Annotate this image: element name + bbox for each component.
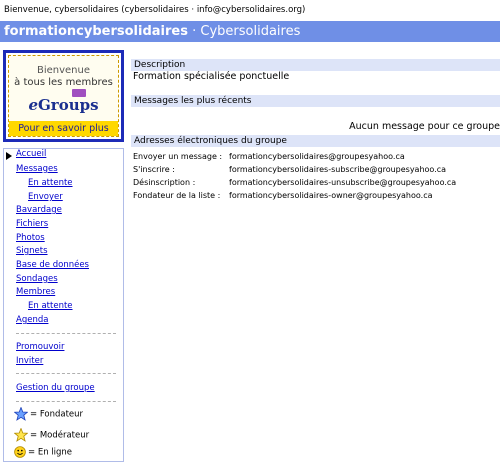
logo-groups: Groups: [37, 96, 99, 114]
address-label: Désinscription :: [133, 178, 196, 187]
blue-star-icon: [13, 406, 29, 421]
address-value: formationcybersolidaires-owner@groupesya…: [229, 191, 433, 200]
sidebar-item-invite[interactable]: Inviter: [16, 356, 43, 366]
sidebar-item-members[interactable]: Membres: [16, 287, 55, 297]
welcome-text: Bienvenue, cybersolidaires (cybersolidai…: [4, 5, 306, 15]
sidebar-item-database[interactable]: Base de données: [16, 260, 89, 270]
sidebar-item-messages-pending[interactable]: En attente: [28, 178, 73, 188]
no-messages-text: Aucun message pour ce groupe: [349, 121, 500, 132]
group-addresses-header: Adresses électroniques du groupe: [131, 135, 500, 147]
sidebar-divider: [16, 401, 116, 402]
legend-online: = En ligne: [14, 446, 72, 458]
address-label: Fondateur de la liste :: [133, 191, 221, 200]
sidebar-item-messages[interactable]: Messages: [16, 164, 58, 174]
egroups-logo: eGroups: [9, 96, 118, 114]
address-label: Envoyer un message :: [133, 152, 223, 161]
banner-frame: Bienvenue à tous les membres eGroups Pou…: [8, 55, 119, 137]
address-row: S'inscrire : formationcybersolidaires-sub…: [133, 165, 446, 174]
logo-e: e: [28, 96, 38, 114]
legend-moderator-label: = Modérateur: [30, 430, 90, 441]
learn-more-button[interactable]: Pour en savoir plus: [9, 121, 118, 136]
group-name[interactable]: formationcybersolidaires: [4, 24, 188, 39]
address-value: formationcybersolidaires-subscribe@group…: [229, 165, 447, 174]
sidebar-item-calendar[interactable]: Agenda: [16, 315, 48, 325]
legend-founder-label: = Fondateur: [30, 409, 84, 420]
sidebar: Accueil Messages En attente Envoyer Bava…: [3, 148, 124, 462]
banner-line2: à tous les membres: [14, 77, 113, 88]
legend-founder: = Fondateur: [13, 406, 84, 421]
sidebar-item-promote[interactable]: Promouvoir: [16, 342, 64, 352]
legend-moderator: = Modérateur: [13, 427, 90, 442]
sidebar-item-group-management[interactable]: Gestion du groupe: [16, 383, 95, 393]
address-value: formationcybersolidaires@groupesyahoo.ca: [229, 152, 405, 161]
smiley-icon: [14, 446, 26, 458]
group-suffix: · Cybersolidaires: [192, 24, 301, 39]
banner-line1: Bienvenue: [36, 65, 91, 76]
sidebar-item-polls[interactable]: Sondages: [16, 274, 58, 284]
current-page-arrow-icon: [6, 152, 12, 160]
address-row: Désinscription : formationcybersolidaires…: [133, 178, 456, 187]
yellow-star-icon: [13, 427, 29, 442]
sidebar-item-files[interactable]: Fichiers: [16, 219, 48, 229]
address-row: Envoyer un message : formationcybersolida…: [133, 152, 405, 161]
egroups-banner[interactable]: Bienvenue à tous les membres eGroups Pou…: [3, 50, 124, 142]
sidebar-item-photos[interactable]: Photos: [16, 233, 45, 243]
sidebar-divider: [16, 373, 116, 374]
group-title-bar: formationcybersolidaires · Cybersolidair…: [0, 21, 500, 42]
description-text: Formation spécialisée ponctuelle: [133, 71, 290, 82]
address-row: Fondateur de la liste : formationcybersol…: [133, 191, 433, 200]
sidebar-divider: [16, 333, 116, 334]
legend-online-label: = En ligne: [28, 447, 73, 458]
sidebar-item-send[interactable]: Envoyer: [28, 192, 63, 202]
sidebar-item-bookmarks[interactable]: Signets: [16, 246, 48, 256]
recent-messages-header: Messages les plus récents: [131, 95, 500, 107]
description-header: Description: [131, 59, 500, 71]
sidebar-item-chat[interactable]: Bavardage: [16, 205, 62, 215]
sidebar-item-accueil[interactable]: Accueil: [16, 149, 46, 159]
address-label: S'inscrire :: [133, 165, 175, 174]
address-value: formationcybersolidaires-unsubscribe@gro…: [229, 178, 457, 187]
sidebar-item-members-pending[interactable]: En attente: [28, 301, 73, 311]
